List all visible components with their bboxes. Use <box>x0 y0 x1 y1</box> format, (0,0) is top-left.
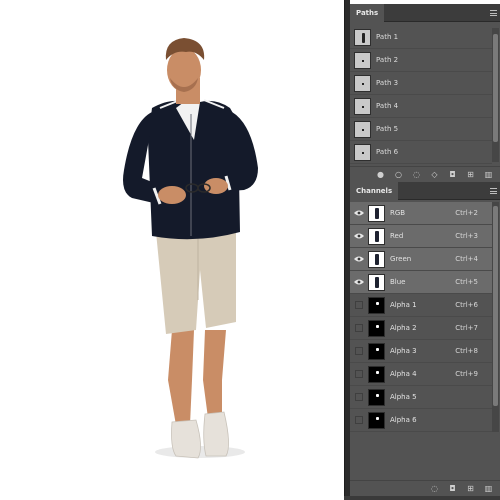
new-channel-icon[interactable]: ⊞ <box>464 483 477 495</box>
path-thumbnail <box>354 97 371 115</box>
delete-icon[interactable]: ▥ <box>482 169 495 181</box>
channel-label: Alpha 3 <box>390 347 417 355</box>
channel-item[interactable]: Green Ctrl+4 <box>350 248 492 271</box>
path-item[interactable]: Path 6 <box>350 141 492 164</box>
channel-thumbnail <box>368 365 385 383</box>
save-selection-icon[interactable]: ◘ <box>446 483 459 495</box>
channel-shortcut: Ctrl+2 <box>455 209 478 217</box>
channel-item[interactable]: Alpha 3 Ctrl+8 <box>350 340 492 363</box>
channel-shortcut: Ctrl+6 <box>455 301 478 309</box>
channel-label: Alpha 6 <box>390 416 417 424</box>
path-item[interactable]: Path 4 <box>350 95 492 118</box>
fill-path-icon[interactable]: ● <box>374 169 387 181</box>
channel-item[interactable]: Alpha 6 <box>350 409 492 432</box>
channels-tabbar: Channels <box>350 182 500 200</box>
path-item[interactable]: Path 3 <box>350 72 492 95</box>
channel-label: Alpha 5 <box>390 393 417 401</box>
channel-label: RGB <box>390 209 406 217</box>
path-thumbnail <box>354 28 371 46</box>
channel-label: Red <box>390 232 404 240</box>
paths-footer: ● ○ ◌ ◇ ◘ ⊞ ▥ <box>350 166 500 182</box>
photoshop-workspace: Paths Path 1 Path 2 Path 3 Path 4 Path 5… <box>0 0 500 500</box>
add-mask-icon[interactable]: ◘ <box>446 169 459 181</box>
channel-item[interactable]: Alpha 4 Ctrl+9 <box>350 363 492 386</box>
channel-label: Alpha 4 <box>390 370 417 378</box>
channel-thumbnail <box>368 296 385 314</box>
eye-icon[interactable] <box>353 230 365 242</box>
paths-list: Path 1 Path 2 Path 3 Path 4 Path 5 Path … <box>350 26 492 164</box>
panel-bottom-edge <box>344 496 500 500</box>
channel-label: Alpha 2 <box>390 324 417 332</box>
channels-list: RGB Ctrl+2 Red Ctrl+3 Green Ctrl+4 Blue … <box>350 202 492 432</box>
new-path-icon[interactable]: ⊞ <box>464 169 477 181</box>
channel-label: Alpha 1 <box>390 301 417 309</box>
paths-scrollbar[interactable] <box>492 28 499 162</box>
channel-thumbnail <box>368 204 385 222</box>
path-label: Path 3 <box>376 79 399 87</box>
path-label: Path 1 <box>376 33 399 41</box>
model-photo <box>123 38 258 459</box>
visibility-toggle[interactable] <box>353 368 365 380</box>
path-label: Path 6 <box>376 148 399 156</box>
channel-item[interactable]: Blue Ctrl+5 <box>350 271 492 294</box>
channels-scroll-thumb[interactable] <box>493 206 498 406</box>
path-thumbnail <box>354 51 371 69</box>
channel-shortcut: Ctrl+9 <box>455 370 478 378</box>
paths-scroll-thumb[interactable] <box>493 34 498 142</box>
channel-item[interactable]: Alpha 5 <box>350 386 492 409</box>
path-label: Path 5 <box>376 125 399 133</box>
load-selection-icon[interactable]: ◌ <box>428 483 441 495</box>
channel-shortcut: Ctrl+8 <box>455 347 478 355</box>
document-canvas[interactable] <box>0 0 344 500</box>
paths-panel: Paths Path 1 Path 2 Path 3 Path 4 Path 5… <box>350 4 500 182</box>
channels-scrollbar[interactable] <box>492 202 499 432</box>
channel-shortcut: Ctrl+3 <box>455 232 478 240</box>
channels-panel: Channels RGB Ctrl+2 Red Ctrl+3 Green Ctr… <box>350 182 500 496</box>
path-label: Path 4 <box>376 102 399 110</box>
path-item[interactable]: Path 2 <box>350 49 492 72</box>
channel-thumbnail <box>368 342 385 360</box>
channels-footer: ◌ ◘ ⊞ ▥ <box>350 480 500 496</box>
path-label: Path 2 <box>376 56 399 64</box>
paths-tabbar: Paths <box>350 4 500 22</box>
path-thumbnail <box>354 74 371 92</box>
path-item[interactable]: Path 5 <box>350 118 492 141</box>
channel-thumbnail <box>368 388 385 406</box>
eye-icon[interactable] <box>353 276 365 288</box>
channel-shortcut: Ctrl+4 <box>455 255 478 263</box>
channels-tab[interactable]: Channels <box>350 182 399 200</box>
delete-icon[interactable]: ▥ <box>482 483 495 495</box>
path-thumbnail <box>354 143 371 161</box>
load-selection-icon[interactable]: ◌ <box>410 169 423 181</box>
channel-shortcut: Ctrl+7 <box>455 324 478 332</box>
path-item[interactable]: Path 1 <box>350 26 492 49</box>
channel-thumbnail <box>368 250 385 268</box>
channel-label: Green <box>390 255 412 263</box>
channel-thumbnail <box>368 411 385 429</box>
make-work-path-icon[interactable]: ◇ <box>428 169 441 181</box>
channel-item[interactable]: Alpha 2 Ctrl+7 <box>350 317 492 340</box>
visibility-toggle[interactable] <box>353 414 365 426</box>
channel-label: Blue <box>390 278 406 286</box>
channel-shortcut: Ctrl+5 <box>455 278 478 286</box>
stroke-path-icon[interactable]: ○ <box>392 169 405 181</box>
visibility-toggle[interactable] <box>353 391 365 403</box>
paths-tab[interactable]: Paths <box>350 4 385 22</box>
channel-item[interactable]: Alpha 1 Ctrl+6 <box>350 294 492 317</box>
panel-menu-icon[interactable] <box>490 188 497 194</box>
path-thumbnail <box>354 120 371 138</box>
channel-thumbnail <box>368 319 385 337</box>
channel-thumbnail <box>368 227 385 245</box>
panel-menu-icon[interactable] <box>490 10 497 16</box>
eye-icon[interactable] <box>353 253 365 265</box>
visibility-toggle[interactable] <box>353 299 365 311</box>
channel-item[interactable]: RGB Ctrl+2 <box>350 202 492 225</box>
visibility-toggle[interactable] <box>353 345 365 357</box>
eye-icon[interactable] <box>353 207 365 219</box>
visibility-toggle[interactable] <box>353 322 365 334</box>
channel-thumbnail <box>368 273 385 291</box>
channel-item[interactable]: Red Ctrl+3 <box>350 225 492 248</box>
